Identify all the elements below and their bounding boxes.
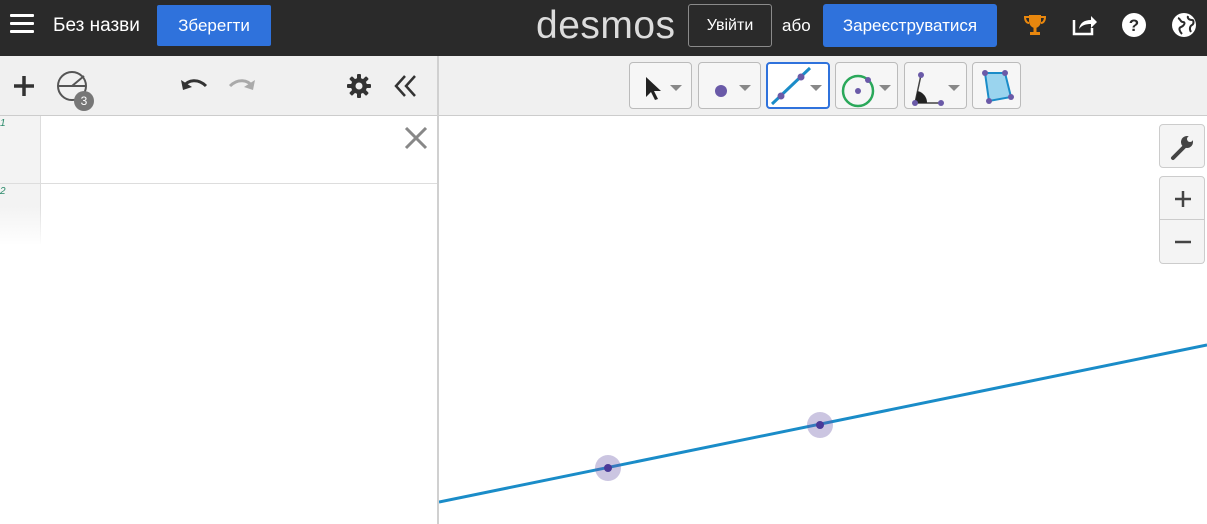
line-point-b <box>816 421 824 429</box>
zoom-in-button[interactable] <box>1159 176 1205 220</box>
expression-row[interactable]: 2 <box>0 184 437 244</box>
zoom-in-icon <box>1175 191 1191 207</box>
undo-icon[interactable] <box>178 72 210 100</box>
expression-input[interactable] <box>50 136 390 164</box>
chevron-down-icon <box>810 85 822 91</box>
zoom-out-icon <box>1175 240 1191 244</box>
close-icon[interactable] <box>402 124 430 152</box>
signup-button[interactable]: Зареєструватися <box>823 4 997 47</box>
expression-toolbar: 3 <box>0 56 437 116</box>
wrench-icon <box>1171 136 1193 160</box>
help-icon[interactable]: ? <box>1120 11 1148 39</box>
save-button[interactable]: Зберегти <box>157 5 271 46</box>
line-icon <box>770 66 812 106</box>
tool-circle[interactable] <box>835 62 898 109</box>
tool-point[interactable] <box>698 62 761 109</box>
svg-text:?: ? <box>1129 16 1139 35</box>
expression-gutter: 1 <box>0 116 41 183</box>
expression-gutter: 2 <box>0 184 41 244</box>
chevron-down-icon <box>739 85 751 91</box>
chevron-down-icon <box>670 85 682 91</box>
polygon-icon <box>982 70 1014 104</box>
expression-input[interactable] <box>50 200 390 228</box>
chevron-down-icon <box>948 85 960 91</box>
login-button[interactable]: Увійти <box>688 4 772 47</box>
expression-row[interactable]: 1 <box>0 116 437 184</box>
angle-icon <box>912 72 944 106</box>
globe-icon[interactable] <box>1170 11 1198 39</box>
folder-count-badge: 3 <box>74 91 94 111</box>
line-point-a <box>604 464 612 472</box>
plus-icon[interactable] <box>10 72 38 100</box>
point-icon <box>715 85 727 97</box>
collapse-icon[interactable] <box>392 72 420 100</box>
tool-polygon[interactable] <box>972 62 1021 109</box>
tool-angle[interactable] <box>904 62 967 109</box>
graph-canvas[interactable] <box>439 116 1207 524</box>
graph-settings-button[interactable] <box>1159 124 1205 168</box>
tool-line[interactable] <box>766 62 830 109</box>
geometry-toolbar <box>439 56 1207 116</box>
top-bar: Без назви Зберегти desmos Увійти або Зар… <box>0 0 1207 56</box>
tool-select[interactable] <box>629 62 692 109</box>
or-text: або <box>782 16 811 35</box>
trophy-icon[interactable] <box>1021 11 1049 39</box>
zoom-out-button[interactable] <box>1159 220 1205 264</box>
share-icon[interactable] <box>1070 11 1098 39</box>
desmos-logo: desmos <box>536 4 676 47</box>
document-title[interactable]: Без назви <box>53 14 140 38</box>
expression-list: 1 2 <box>0 116 437 524</box>
redo-icon[interactable] <box>226 72 258 100</box>
cursor-icon <box>646 77 661 100</box>
chevron-down-icon <box>879 85 891 91</box>
expression-number: 1 <box>0 118 6 129</box>
menu-icon[interactable] <box>10 14 34 38</box>
gear-icon[interactable] <box>345 72 373 100</box>
expression-number: 2 <box>0 186 6 197</box>
